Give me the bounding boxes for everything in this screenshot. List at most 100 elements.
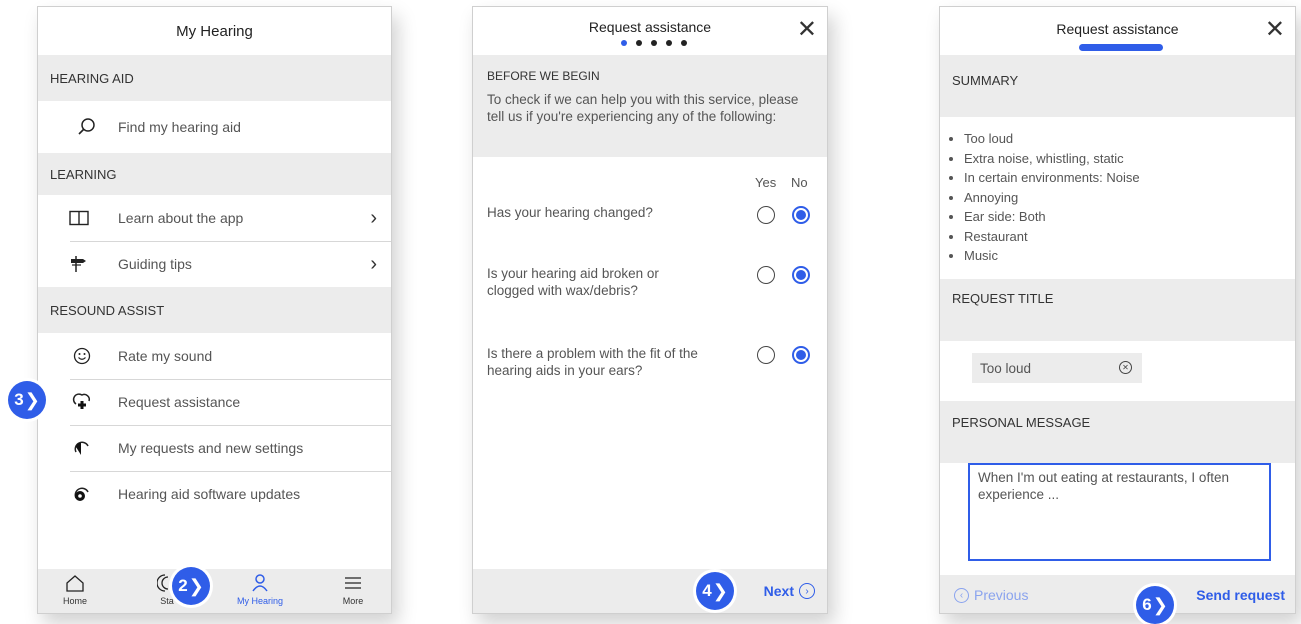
chevron-right-icon: ❯ [188, 575, 204, 596]
col-no-label: No [791, 175, 808, 190]
chevron-right-icon: › [370, 252, 377, 275]
chevron-right-icon: › [370, 206, 377, 229]
summary-item: Annoying [964, 188, 1140, 208]
personal-message-value: When I'm out eating at restaurants, I of… [978, 470, 1229, 502]
intro-panel: BEFORE WE BEGIN To check if we can help … [473, 55, 827, 157]
menu-item-label: Hearing aid software updates [118, 486, 301, 502]
next-label: Next [763, 583, 794, 599]
page-title: Request assistance [588, 19, 712, 35]
question-row: Is your hearing aid broken or clogged wi… [487, 265, 827, 305]
nav-more[interactable]: More [336, 573, 370, 606]
clear-icon[interactable]: ✕ [1119, 361, 1132, 374]
section-header-hearing-aid: HEARING AID [38, 55, 391, 101]
radio-yes[interactable] [757, 206, 775, 224]
menu-item-request-assistance[interactable]: Request assistance [38, 379, 391, 425]
section-header-resound-assist: RESOUND ASSIST [38, 287, 391, 333]
nav-my-hearing-label: My Hearing [236, 596, 283, 606]
section-header-learning: LEARNING [38, 153, 391, 195]
progress-dot-active [621, 40, 627, 46]
summary-item: Ear side: Both [964, 207, 1140, 227]
nav-more-label: More [342, 596, 364, 606]
step-badge-6: 6 ❯ [1136, 586, 1174, 624]
previous-label: Previous [974, 587, 1029, 603]
radio-no[interactable] [792, 266, 810, 284]
intro-text: To check if we can help you with this se… [487, 92, 799, 124]
question-text: Is your hearing aid broken or clogged wi… [487, 266, 659, 298]
nav-my-hearing[interactable]: My Hearing [228, 573, 292, 606]
close-icon[interactable]: ✕ [1265, 15, 1285, 44]
badge-number: 2 [178, 576, 188, 595]
menu-icon [345, 577, 361, 589]
menu-item-software-updates[interactable]: Hearing aid software updates [38, 471, 391, 517]
personal-message-textarea[interactable]: When I'm out eating at restaurants, I of… [968, 463, 1271, 561]
menu-item-learn-about-app[interactable]: Learn about the app › [38, 195, 391, 241]
signpost-icon [68, 253, 90, 275]
badge-number: 6 [1142, 595, 1152, 614]
menu-item-label: My requests and new settings [118, 440, 304, 456]
screen-my-hearing: My Hearing HEARING AID Find my hearing a… [37, 6, 392, 614]
screen-request-step1: Request assistance ✕ BEFORE WE BEGIN To … [472, 6, 828, 614]
question-text: Is there a problem with the fit of the h… [487, 346, 698, 378]
chevron-right-icon: ❯ [24, 389, 40, 410]
radio-no[interactable] [792, 206, 810, 224]
person-icon [252, 574, 268, 592]
progress-dot [681, 40, 687, 46]
request-title-value: Too loud [980, 360, 1032, 376]
previous-button[interactable]: ‹ Previous [954, 587, 1028, 603]
chevron-circle-left-icon: ‹ [954, 587, 969, 603]
search-icon [76, 116, 98, 138]
summary-item: Restaurant [964, 227, 1140, 247]
progress-bar [1079, 44, 1163, 51]
book-icon [68, 207, 90, 229]
section-header-request-title: REQUEST TITLE [940, 279, 1295, 341]
ear-settings-icon [71, 437, 93, 459]
chevron-right-icon: ❯ [1152, 594, 1168, 615]
summary-item: Music [964, 246, 1140, 266]
badge-number: 4 [702, 581, 712, 600]
summary-item: In certain environments: Noise [964, 168, 1140, 188]
menu-item-my-requests[interactable]: My requests and new settings [38, 425, 391, 471]
badge-number: 3 [14, 390, 24, 409]
menu-item-find-hearing-aid[interactable]: Find my hearing aid [38, 101, 391, 153]
screen-request-summary: Request assistance ✕ SUMMARY Too loud Ex… [939, 6, 1296, 614]
nav-home[interactable]: Home [58, 573, 92, 606]
page-title: My Hearing [38, 7, 391, 56]
home-icon [66, 575, 84, 592]
update-gear-icon [71, 483, 93, 505]
summary-list: Too loud Extra noise, whistling, static … [944, 129, 1140, 266]
progress-dots [621, 40, 687, 46]
menu-item-label: Learn about the app [118, 210, 244, 226]
menu-item-label: Guiding tips [118, 256, 192, 272]
question-row: Has your hearing changed? [487, 205, 827, 227]
request-title-input[interactable]: Too loud ✕ [972, 353, 1142, 383]
cloud-plus-icon [71, 391, 93, 413]
radio-yes[interactable] [757, 266, 775, 284]
menu-item-guiding-tips[interactable]: Guiding tips › [38, 241, 391, 287]
bottom-nav: Home Sta My Hearing More [38, 569, 391, 613]
menu-item-label: Rate my sound [118, 348, 213, 364]
summary-item: Extra noise, whistling, static [964, 149, 1140, 169]
step-badge-2: 2 ❯ [172, 567, 210, 605]
smiley-icon [71, 345, 93, 367]
radio-yes[interactable] [757, 346, 775, 364]
question-row: Is there a problem with the fit of the h… [487, 345, 827, 385]
section-header-summary: SUMMARY [940, 55, 1295, 117]
question-text: Has your hearing changed? [487, 205, 653, 220]
next-button[interactable]: Next › [764, 583, 815, 599]
chevron-circle-right-icon: › [799, 583, 815, 599]
section-header-personal-message: PERSONAL MESSAGE [940, 401, 1295, 463]
send-request-button[interactable]: Send request [1196, 587, 1285, 603]
step-badge-4: 4 ❯ [696, 572, 734, 610]
nav-home-label: Home [62, 596, 87, 606]
section-header: BEFORE WE BEGIN [487, 69, 600, 83]
progress-dot [651, 40, 657, 46]
chevron-right-icon: ❯ [712, 580, 728, 601]
menu-item-rate-my-sound[interactable]: Rate my sound [38, 333, 391, 379]
step-badge-3: 3 ❯ [8, 381, 46, 419]
menu-item-label: Find my hearing aid [118, 119, 241, 135]
radio-no[interactable] [792, 346, 810, 364]
footer-bar: Next › [473, 569, 827, 613]
footer-bar: ‹ Previous Send request [940, 575, 1295, 613]
col-yes-label: Yes [755, 175, 777, 190]
close-icon[interactable]: ✕ [797, 15, 817, 44]
